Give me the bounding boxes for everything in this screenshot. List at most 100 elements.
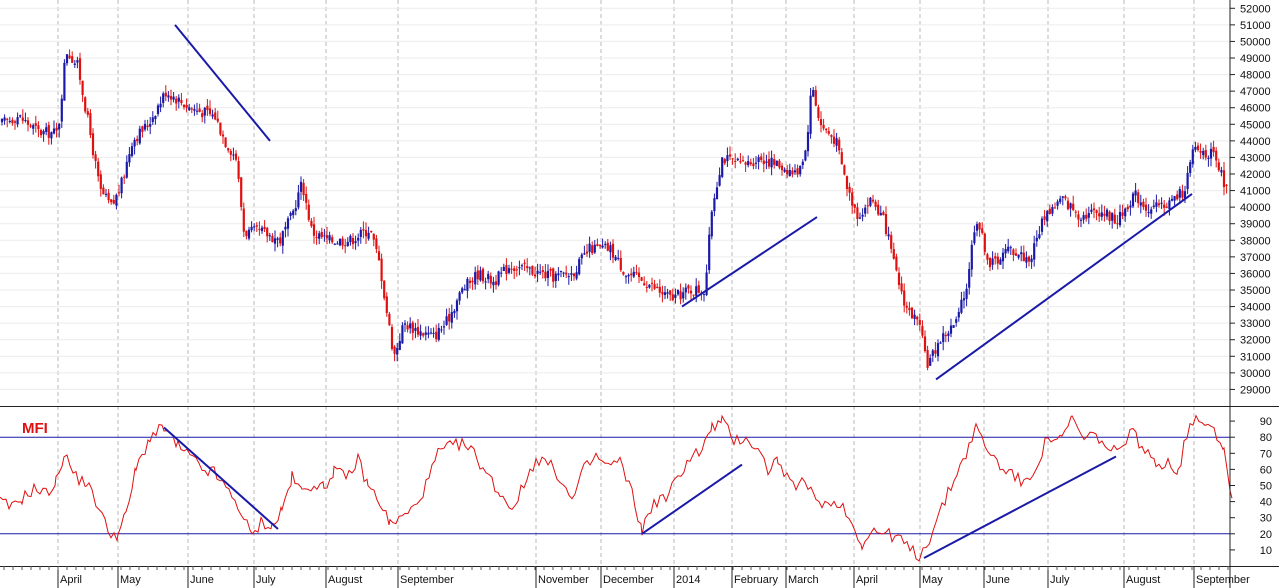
price-candle-body [128, 154, 131, 163]
price-candle-body [221, 134, 225, 137]
price-candle-body [676, 289, 680, 295]
price-candle-body [34, 123, 37, 126]
price-candle-body [650, 282, 654, 284]
price-candle-body [8, 120, 11, 122]
price-candle-body [840, 152, 843, 165]
price-y-tick-label: 49000 [1240, 53, 1271, 65]
price-candle-body [853, 204, 856, 208]
price-y-tick-label: 48000 [1240, 70, 1271, 82]
price-candle-body [260, 227, 264, 232]
price-candle-body [923, 336, 927, 352]
price-candle-body [255, 225, 258, 227]
price-candle-body [965, 288, 968, 299]
price-candle-body [32, 125, 35, 129]
price-y-tick-label: 40000 [1240, 202, 1271, 214]
price-candle-body [481, 268, 485, 282]
price-candle-body [11, 119, 14, 124]
price-candle-body [1074, 211, 1077, 213]
price-candle-body [656, 286, 659, 288]
price-candle-body [871, 199, 875, 202]
price-candle-body [227, 148, 230, 151]
price-candle-body [775, 160, 778, 167]
price-candle-body [266, 227, 269, 237]
price-y-tick-label: 44000 [1240, 136, 1271, 148]
price-candle-body [994, 256, 997, 259]
price-candle-body [570, 273, 573, 275]
price-candle-body [1147, 212, 1150, 214]
price-candle-body [897, 272, 901, 285]
price-candle-body [1012, 249, 1015, 256]
price-candle-body [42, 130, 45, 135]
price-candle-body [448, 313, 451, 322]
price-candle-body [180, 99, 183, 104]
price-candle-body [328, 235, 331, 241]
price-candle-body [429, 332, 433, 334]
price-candle-body [219, 122, 222, 135]
price-candle-body [851, 192, 854, 206]
price-candle-body [484, 281, 487, 283]
price-candle-body [497, 271, 500, 285]
price-candle-body [1165, 206, 1168, 208]
price-candle-body [136, 138, 139, 142]
price-candle-body [440, 329, 443, 331]
price-candle-body [414, 328, 417, 331]
price-candle-body [406, 325, 409, 330]
price-candle-body [1160, 202, 1163, 204]
price-candle-body [718, 175, 721, 186]
price-candle-body [741, 160, 745, 162]
price-candle-body [1105, 209, 1109, 217]
price-y-tick-label: 32000 [1240, 335, 1271, 347]
price-candle-body [104, 193, 108, 195]
price-candle-body [1048, 208, 1051, 214]
price-candle-body [905, 305, 908, 308]
price-candle-body [455, 300, 459, 312]
price-candle-body [1207, 157, 1210, 159]
price-candle-body [1157, 203, 1161, 206]
price-candle-body [432, 332, 435, 334]
price-candle-body [310, 220, 313, 227]
price-candle-body [390, 327, 394, 349]
price-candle-body [73, 63, 76, 65]
price-candle-body [97, 161, 100, 177]
price-y-tick-label: 51000 [1240, 20, 1271, 32]
price-y-tick-label: 33000 [1240, 318, 1271, 330]
price-candle-body [598, 244, 602, 246]
price-candle-body [866, 205, 869, 207]
price-candle-body [1053, 207, 1057, 209]
price-candle-body [1209, 148, 1213, 159]
price-candle-body [76, 60, 79, 63]
price-candle-body [1194, 146, 1197, 150]
price-candle-body [996, 256, 999, 264]
price-candle-body [1199, 150, 1202, 153]
price-candle-body [593, 244, 596, 253]
price-candle-body [1204, 149, 1207, 158]
price-candle-body [1170, 198, 1174, 201]
price-candle-body [154, 116, 157, 120]
price-candle-body [229, 151, 232, 155]
price-candle-body [1176, 194, 1179, 200]
price-candle-body [507, 268, 511, 273]
price-candle-body [1082, 215, 1085, 220]
price-candle-body [721, 157, 724, 177]
price-candle-body [645, 286, 648, 288]
price-candle-body [505, 265, 508, 275]
price-candle-body [284, 226, 287, 230]
price-y-tick-label: 52000 [1240, 3, 1271, 15]
price-candle-body [788, 170, 791, 177]
price-candle-body [1061, 196, 1064, 198]
x-axis-label: September [400, 574, 454, 586]
price-candle-body [453, 311, 456, 314]
price-candle-body [578, 258, 581, 275]
price-candle-body [263, 226, 266, 230]
price-candle-body [895, 256, 898, 271]
price-candle-body [276, 238, 279, 240]
price-candle-body [864, 207, 867, 214]
price-candle-body [744, 162, 747, 165]
x-axis-label: July [256, 574, 276, 586]
price-candle-body [1004, 248, 1007, 254]
price-candle-body [1150, 209, 1153, 214]
price-candle-body [1124, 208, 1127, 217]
price-candle-body [827, 131, 830, 134]
price-candle-body [1152, 205, 1155, 207]
price-candle-body [115, 194, 118, 206]
